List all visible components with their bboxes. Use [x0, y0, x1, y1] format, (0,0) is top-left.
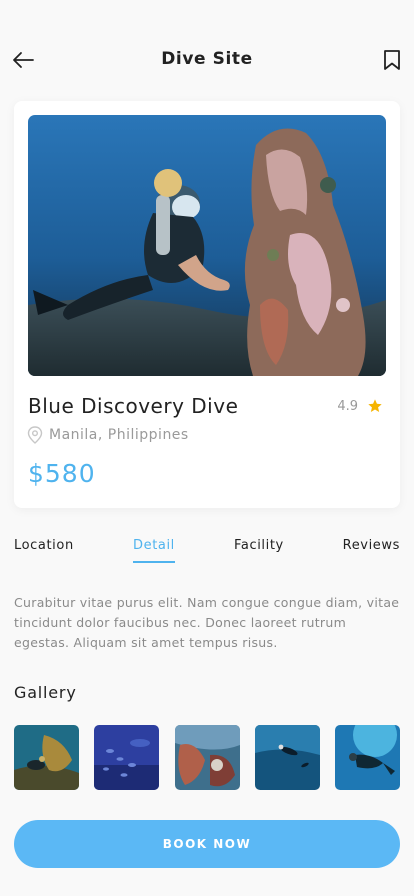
price: $580: [28, 459, 96, 488]
active-tab-indicator: [133, 561, 175, 563]
page-title: Dive Site: [161, 49, 253, 69]
tab-detail-label: Detail: [133, 538, 175, 553]
location-text: Manila, Philippines: [49, 427, 189, 443]
gallery-thumb[interactable]: [335, 725, 400, 790]
gallery-thumb[interactable]: [14, 725, 79, 790]
book-now-button[interactable]: BOOK NOW: [14, 820, 400, 868]
gallery-thumb[interactable]: [255, 725, 320, 790]
tab-bar: Location Detail Facility Reviews: [14, 538, 400, 568]
site-name: Blue Discovery Dive: [28, 394, 239, 418]
tab-facility[interactable]: Facility: [234, 538, 284, 553]
dive-site-card: Blue Discovery Dive 4.9 Manila, Philippi…: [14, 101, 400, 508]
hero-image: [28, 115, 386, 376]
tab-detail[interactable]: Detail: [133, 538, 175, 563]
gallery-thumb[interactable]: [94, 725, 159, 790]
star-icon: [368, 399, 382, 412]
gallery-title: Gallery: [14, 683, 77, 702]
gallery: [14, 725, 414, 791]
tab-location[interactable]: Location: [14, 538, 74, 553]
location: Manila, Philippines: [27, 426, 189, 444]
gallery-thumb[interactable]: [175, 725, 240, 790]
map-pin-icon: [27, 426, 43, 444]
rating: 4.9: [337, 398, 383, 414]
bookmark-icon: [384, 50, 400, 70]
description-text: Curabitur vitae purus elit. Nam congue c…: [14, 595, 400, 650]
rating-value: 4.9: [337, 398, 358, 414]
tab-reviews[interactable]: Reviews: [343, 538, 400, 553]
bookmark-button[interactable]: [381, 47, 403, 73]
